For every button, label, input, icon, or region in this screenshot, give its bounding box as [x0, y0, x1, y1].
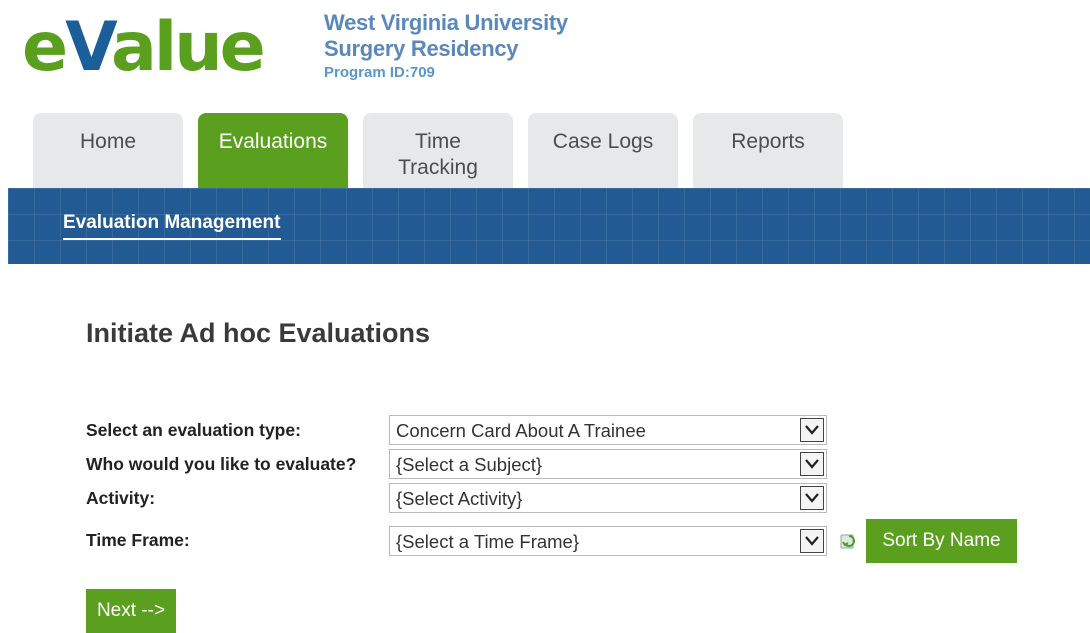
chevron-down-icon[interactable]: [800, 529, 824, 553]
chevron-down-icon[interactable]: [800, 486, 824, 510]
program-name: Surgery Residency: [324, 36, 519, 61]
subject-select[interactable]: {Select a Subject}: [389, 449, 827, 479]
program-id: Program ID:709: [324, 64, 435, 81]
next-button[interactable]: Next -->: [86, 589, 176, 633]
activity-value: {Select Activity}: [396, 488, 523, 509]
evalue-logo: eValue: [22, 8, 302, 90]
tab-evaluations[interactable]: Evaluations: [198, 113, 348, 188]
evaluation-type-value: Concern Card About A Trainee: [396, 420, 646, 441]
time-frame-select[interactable]: {Select a Time Frame}: [389, 526, 827, 556]
page-title: Initiate Ad hoc Evaluations: [86, 318, 431, 348]
tab-reports[interactable]: Reports: [693, 113, 843, 188]
subject-label: Who would you like to evaluate?: [86, 454, 357, 474]
tab-time-tracking[interactable]: Time Tracking: [363, 113, 513, 188]
refresh-icon[interactable]: [840, 532, 858, 550]
sort-by-name-button[interactable]: Sort By Name: [866, 519, 1017, 563]
chevron-down-icon[interactable]: [800, 418, 824, 442]
logo-letters-alue: alue: [111, 8, 266, 87]
logo-letter-v: V: [65, 8, 114, 87]
logo-wordmark: eValue: [22, 8, 266, 88]
evaluation-type-select[interactable]: Concern Card About A Trainee: [389, 415, 827, 445]
tab-case-logs[interactable]: Case Logs: [528, 113, 678, 188]
chevron-down-icon[interactable]: [800, 452, 824, 476]
university-name: West Virginia University: [324, 10, 568, 35]
activity-select[interactable]: {Select Activity}: [389, 483, 827, 513]
evaluation-type-label: Select an evaluation type:: [86, 420, 301, 440]
tab-home[interactable]: Home: [33, 113, 183, 188]
subnav-evaluation-management[interactable]: Evaluation Management: [63, 212, 281, 240]
time-frame-label: Time Frame:: [86, 530, 190, 550]
activity-label: Activity:: [86, 488, 156, 508]
program-info: West Virginia University Surgery Residen…: [324, 10, 568, 84]
form-row-time-frame: Time Frame: {Select a Time Frame} Sort B…: [86, 519, 1026, 563]
time-frame-value: {Select a Time Frame}: [396, 531, 580, 552]
sub-navigation-bar: Evaluation Management: [8, 188, 1090, 264]
subject-value: {Select a Subject}: [396, 454, 543, 475]
logo-letter-e: e: [22, 8, 68, 87]
